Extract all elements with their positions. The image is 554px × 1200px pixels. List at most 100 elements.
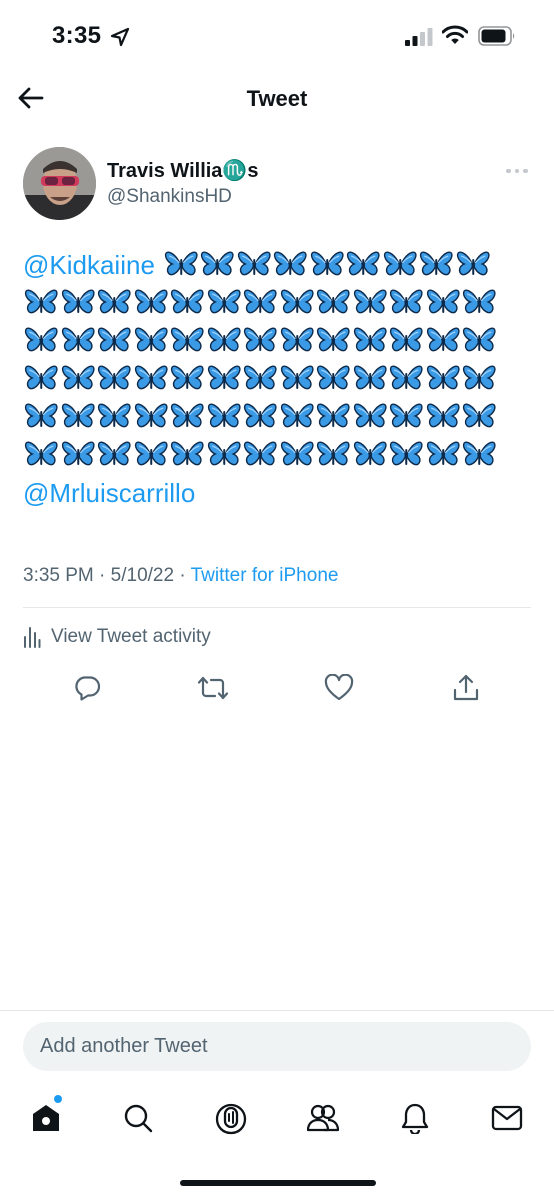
author-handle[interactable]: @ShankinsHD [107, 186, 232, 208]
butterfly-emoji: 🦋 [207, 327, 241, 352]
tab-spaces[interactable] [211, 1098, 251, 1138]
more-dot [506, 168, 511, 174]
tweet-date: 5/10/22 [110, 565, 175, 586]
butterfly-emoji: 🦋 [462, 441, 496, 466]
butterfly-emoji: 🦋 [61, 289, 95, 314]
meta-separator: · [99, 565, 106, 586]
tweet-actions [0, 672, 554, 704]
butterfly-emoji: 🦋 [24, 327, 58, 352]
view-tweet-activity[interactable]: View Tweet activity [23, 622, 211, 652]
butterfly-emoji: 🦋 [134, 289, 168, 314]
tweet-meta: 3:35 PM · 5/10/22 · Twitter for iPhone [23, 565, 338, 587]
butterfly-emoji: 🦋 [462, 403, 496, 428]
butterfly-emoji: 🦋 [353, 327, 387, 352]
butterfly-emoji: 🦋 [389, 365, 423, 390]
butterfly-emoji: 🦋 [462, 327, 496, 352]
author-name[interactable]: Travis Willia♏️s [107, 158, 258, 183]
more-dot [523, 168, 528, 174]
butterfly-emoji: 🦋 [426, 403, 460, 428]
butterfly-emoji: 🦋 [462, 289, 496, 314]
tweet-line: @Mrluiscarrillo [23, 474, 523, 512]
tweet-line: 🦋🦋🦋🦋🦋🦋🦋🦋🦋🦋🦋🦋🦋 [23, 322, 523, 360]
notifications-icon [401, 1103, 429, 1134]
butterfly-emoji: 🦋 [389, 441, 423, 466]
butterfly-emoji: 🦋 [316, 289, 350, 314]
communities-icon [306, 1104, 340, 1132]
butterfly-emoji: 🦋 [389, 327, 423, 352]
avatar[interactable] [23, 147, 96, 220]
butterfly-emoji: 🦋 [170, 289, 204, 314]
status-time: 3:35 [52, 22, 102, 49]
butterfly-emoji: 🦋 [243, 289, 277, 314]
messages-icon [491, 1105, 523, 1131]
butterfly-emoji: 🦋 [316, 327, 350, 352]
butterfly-emoji: 🦋 [353, 289, 387, 314]
butterfly-emoji: 🦋 [61, 327, 95, 352]
search-icon [124, 1104, 153, 1133]
butterfly-emoji: 🦋 [243, 441, 277, 466]
cellular-signal-icon [405, 28, 433, 46]
butterfly-emoji: 🦋 [426, 327, 460, 352]
avatar-image [23, 147, 96, 220]
tab-search[interactable] [118, 1098, 158, 1138]
butterfly-emoji: 🦋 [97, 365, 131, 390]
butterfly-emoji: 🦋 [207, 289, 241, 314]
tab-messages[interactable] [487, 1098, 527, 1138]
tweet-text: @Kidkaiine 🦋🦋🦋🦋🦋🦋🦋🦋🦋 🦋🦋🦋🦋🦋🦋🦋🦋🦋🦋🦋🦋🦋🦋🦋🦋🦋🦋🦋… [23, 246, 523, 512]
retweet-button[interactable] [197, 672, 229, 704]
butterfly-emoji: 🦋 [243, 403, 277, 428]
add-another-tweet-input[interactable] [23, 1022, 531, 1071]
butterfly-emoji: 🦋 [134, 365, 168, 390]
butterfly-emoji: 🦋 [383, 251, 417, 276]
butterfly-emoji: 🦋 [280, 403, 314, 428]
butterfly-emoji: 🦋 [61, 403, 95, 428]
butterfly-emoji: 🦋 [134, 441, 168, 466]
share-button[interactable] [450, 672, 482, 704]
tab-home[interactable] [26, 1098, 66, 1138]
butterfly-emoji: 🦋 [426, 441, 460, 466]
home-indicator [180, 1180, 376, 1186]
butterfly-emoji: 🦋 [456, 251, 490, 276]
reply-icon [75, 676, 101, 701]
butterfly-emoji: 🦋 [389, 403, 423, 428]
butterfly-emoji: 🦋 [97, 403, 131, 428]
butterfly-emoji: 🦋 [316, 365, 350, 390]
butterfly-emoji: 🦋 [134, 403, 168, 428]
tweet-line: 🦋🦋🦋🦋🦋🦋🦋🦋🦋🦋🦋🦋🦋 [23, 436, 523, 474]
butterfly-emoji: 🦋 [389, 289, 423, 314]
home-notification-dot [54, 1095, 62, 1103]
tweet-line: 🦋🦋🦋🦋🦋🦋🦋🦋🦋🦋🦋🦋🦋 [23, 360, 523, 398]
tab-notifications[interactable] [395, 1098, 435, 1138]
status-bar: 3:35 [0, 0, 554, 72]
butterfly-emoji: 🦋 [243, 327, 277, 352]
mention-link[interactable]: @Kidkaiine [23, 246, 155, 284]
butterfly-emoji: 🦋 [426, 289, 460, 314]
butterfly-emoji: 🦋 [207, 365, 241, 390]
butterfly-emoji: 🦋 [426, 365, 460, 390]
tweet-source-link[interactable]: Twitter for iPhone [191, 565, 339, 586]
butterfly-emoji: 🦋 [353, 403, 387, 428]
butterfly-emoji: 🦋 [237, 251, 271, 276]
spaces-icon [215, 1103, 247, 1135]
butterfly-emoji: 🦋 [170, 441, 204, 466]
tweet-header: Tweet [0, 72, 554, 126]
more-dot [514, 168, 520, 174]
butterfly-emoji: 🦋 [274, 251, 307, 276]
mention-link[interactable]: @Mrluiscarrillo [23, 474, 195, 512]
butterfly-emoji: 🦋 [462, 365, 496, 390]
tab-communities[interactable] [303, 1098, 343, 1138]
reply-button[interactable] [71, 672, 103, 704]
butterfly-emoji: 🦋 [97, 327, 131, 352]
location-arrow-icon [110, 27, 130, 47]
share-icon [453, 674, 479, 701]
tweet-time: 3:35 PM [23, 565, 94, 586]
more-options-button[interactable] [500, 158, 534, 184]
analytics-icon [24, 627, 41, 648]
butterfly-emoji: 🦋 [97, 441, 131, 466]
tweet-line: 🦋🦋🦋🦋🦋🦋🦋🦋🦋🦋🦋🦋🦋 [23, 284, 523, 322]
like-button[interactable] [323, 672, 355, 704]
butterfly-emoji: 🦋 [207, 403, 241, 428]
battery-icon [478, 26, 515, 46]
butterfly-emoji: 🦋 [280, 289, 314, 314]
butterfly-emoji: 🦋 [280, 441, 314, 466]
